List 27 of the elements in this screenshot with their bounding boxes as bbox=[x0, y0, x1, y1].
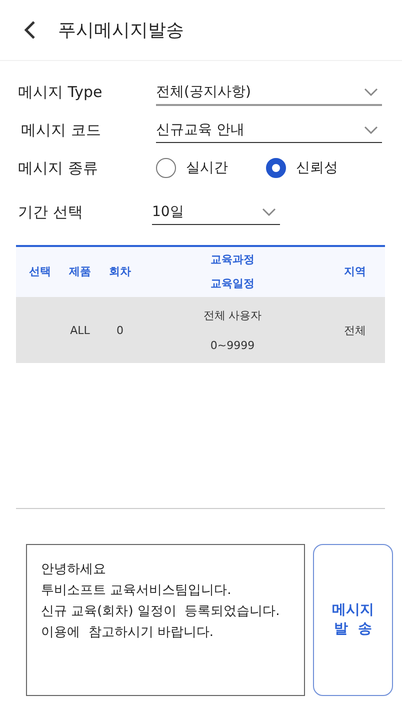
table-cell: 전체 사용자 0~9999 bbox=[203, 308, 262, 352]
field-label: 메시지 코드 bbox=[20, 120, 102, 140]
send-message-button[interactable]: 메시지 발 송 bbox=[313, 544, 393, 696]
back-icon[interactable] bbox=[24, 20, 36, 40]
column-header: 회차 bbox=[109, 264, 131, 280]
type-dropdown[interactable]: 전체(공지사항) bbox=[156, 78, 382, 106]
field-label: 기간 선택 bbox=[18, 202, 84, 222]
table-cell: ALL bbox=[70, 322, 90, 338]
radio-button[interactable] bbox=[156, 158, 176, 178]
page-title: 푸시메시지발송 bbox=[58, 19, 184, 42]
radio-label[interactable]: 신뢰성 bbox=[296, 159, 338, 177]
table-cell: 전체 bbox=[344, 322, 366, 338]
column-header: 교육과정 교육일정 bbox=[210, 252, 254, 292]
table-cell: 0 bbox=[116, 322, 124, 338]
column-header: 선택 bbox=[29, 264, 51, 280]
code-dropdown[interactable]: 신규교육 안내 bbox=[156, 117, 382, 143]
chevron-down-icon bbox=[364, 126, 378, 134]
column-header: 지역 bbox=[344, 264, 366, 280]
radio-button[interactable] bbox=[266, 158, 286, 178]
field-label: 메시지 Type bbox=[18, 82, 104, 102]
chevron-down-icon bbox=[262, 208, 276, 216]
message-field[interactable]: 안녕하세요 투비소프트 교육서비스팀입니다. 신규 교육(회차) 일정이 등록되었습니다. 이용에 참고하시기 바랍니다. bbox=[26, 544, 305, 696]
column-header: 제품 bbox=[69, 264, 91, 280]
period-dropdown[interactable]: 10일 bbox=[152, 199, 280, 225]
chevron-down-icon bbox=[364, 88, 378, 96]
field-label: 메시지 종류 bbox=[18, 158, 99, 178]
radio-label[interactable]: 실시간 bbox=[186, 159, 228, 177]
